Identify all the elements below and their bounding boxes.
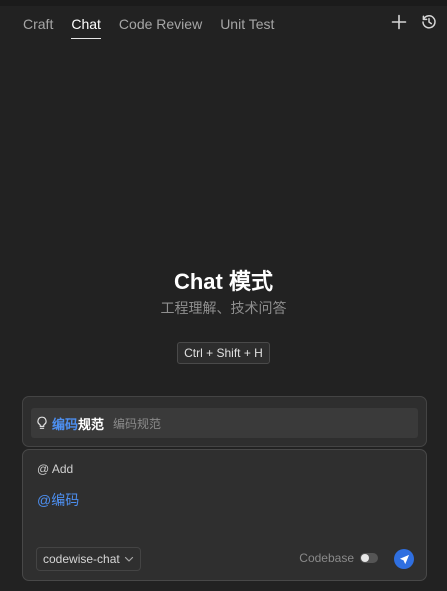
chevron-down-icon — [124, 556, 133, 562]
tab-unit-test[interactable]: Unit Test — [211, 8, 283, 40]
tab-code-review[interactable]: Code Review — [110, 8, 211, 40]
suggestion-panel: 编码 规范 编码规范 — [22, 396, 427, 447]
suggestion-highlight: 编码 — [52, 416, 79, 432]
page-title: Chat 模式 — [173, 269, 273, 294]
top-strip — [0, 0, 447, 6]
suggestion-label: 规范 — [78, 416, 105, 432]
add-context-button[interactable]: @ Add — [37, 462, 73, 476]
history-icon — [422, 15, 436, 29]
suggestion-description: 编码规范 — [113, 416, 162, 431]
send-icon — [399, 554, 409, 564]
history-button[interactable] — [419, 12, 439, 32]
header-actions — [389, 12, 439, 32]
model-select[interactable]: codewise-chat — [36, 547, 141, 571]
suggestion-item[interactable]: 编码 规范 编码规范 — [31, 408, 418, 438]
shortcut-badge: Ctrl + Shift + H — [177, 342, 270, 364]
codebase-label: Codebase — [299, 551, 354, 565]
tab-craft[interactable]: Craft — [14, 8, 62, 40]
chat-composer[interactable]: @ Add @编码 codewise-chat Codebase — [22, 449, 427, 581]
chat-input-text[interactable]: @编码 — [37, 490, 79, 510]
lightbulb-icon — [37, 416, 47, 429]
tab-chat[interactable]: Chat — [62, 8, 110, 40]
new-chat-button[interactable] — [389, 12, 409, 32]
shortcut-row: Ctrl + Shift + H — [0, 342, 447, 364]
send-button[interactable] — [394, 549, 414, 569]
toggle-knob — [361, 554, 369, 562]
model-select-value: codewise-chat — [43, 552, 120, 566]
codebase-toggle[interactable] — [360, 553, 378, 563]
page-subtitle: 工程理解、技术问答 — [160, 300, 287, 316]
codebase-toggle-group: Codebase — [299, 551, 378, 565]
mode-tabs: Craft Chat Code Review Unit Test — [14, 8, 283, 40]
plus-icon — [391, 14, 407, 30]
